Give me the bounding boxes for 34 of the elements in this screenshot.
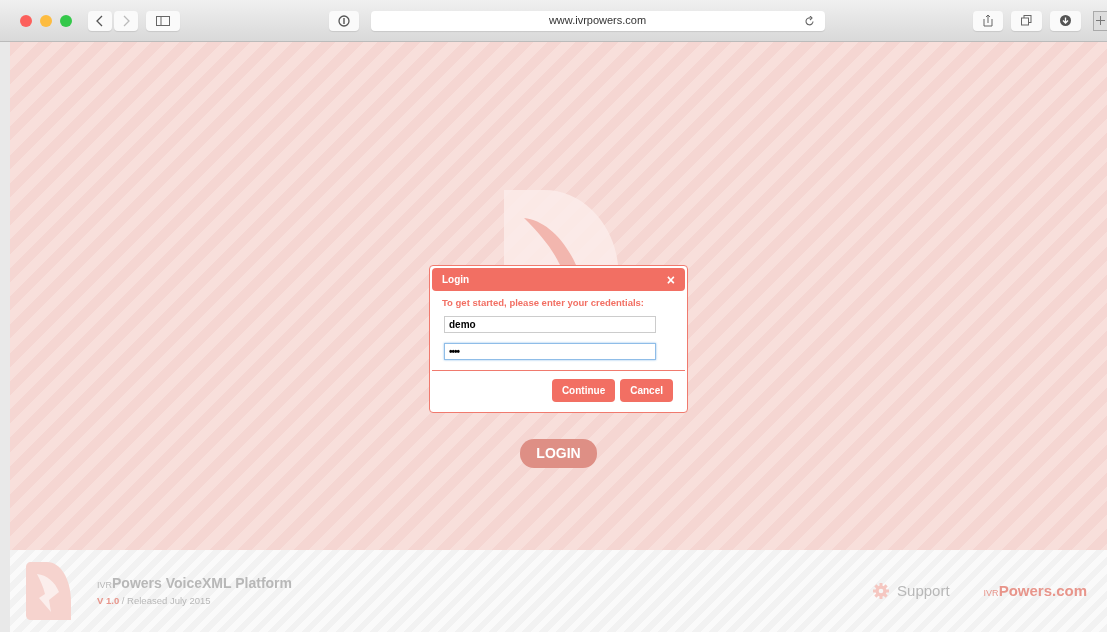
new-tab-button[interactable] (1093, 10, 1107, 31)
close-window-button[interactable] (20, 14, 32, 27)
dialog-title: Login (442, 273, 470, 287)
support-link[interactable]: Support (897, 579, 950, 603)
brand-prefix: IVR (97, 580, 112, 591)
site-link[interactable]: IVRPowers.com (983, 579, 1087, 603)
reload-icon[interactable] (803, 15, 815, 27)
continue-button[interactable]: Continue (551, 379, 616, 403)
share-button[interactable] (973, 10, 1003, 31)
password-manager-button[interactable] (328, 10, 359, 31)
sidebar-button[interactable] (146, 10, 180, 31)
url-text: www.ivrpowers.com (548, 13, 647, 29)
password-field[interactable]: •••• (444, 343, 656, 361)
tabs-button[interactable] (1011, 10, 1042, 31)
address-bar[interactable]: www.ivrpowers.com (370, 10, 825, 31)
prompt-text: To get started, please enter your credentials: (441, 296, 646, 310)
platform-title: Powers VoiceXML Platform (112, 575, 292, 592)
sidebar-icon (156, 15, 170, 26)
gear-icon (873, 583, 890, 599)
forward-icon (122, 14, 130, 27)
version-text: V 1.0 (97, 595, 120, 607)
logo-icon (25, 560, 73, 622)
share-icon (983, 14, 993, 27)
close-button[interactable]: × (666, 274, 675, 285)
tabs-icon (1021, 15, 1032, 26)
login-label: LOGIN (520, 439, 597, 469)
plus-icon (1096, 16, 1105, 25)
download-icon (1060, 15, 1071, 26)
cancel-button[interactable]: Cancel (620, 379, 673, 403)
back-icon (96, 14, 104, 27)
downloads-button[interactable] (1050, 10, 1081, 31)
release-text: / Released July 2015 (121, 595, 211, 607)
username-field[interactable]: demo (444, 316, 656, 334)
back-button[interactable] (88, 10, 112, 31)
